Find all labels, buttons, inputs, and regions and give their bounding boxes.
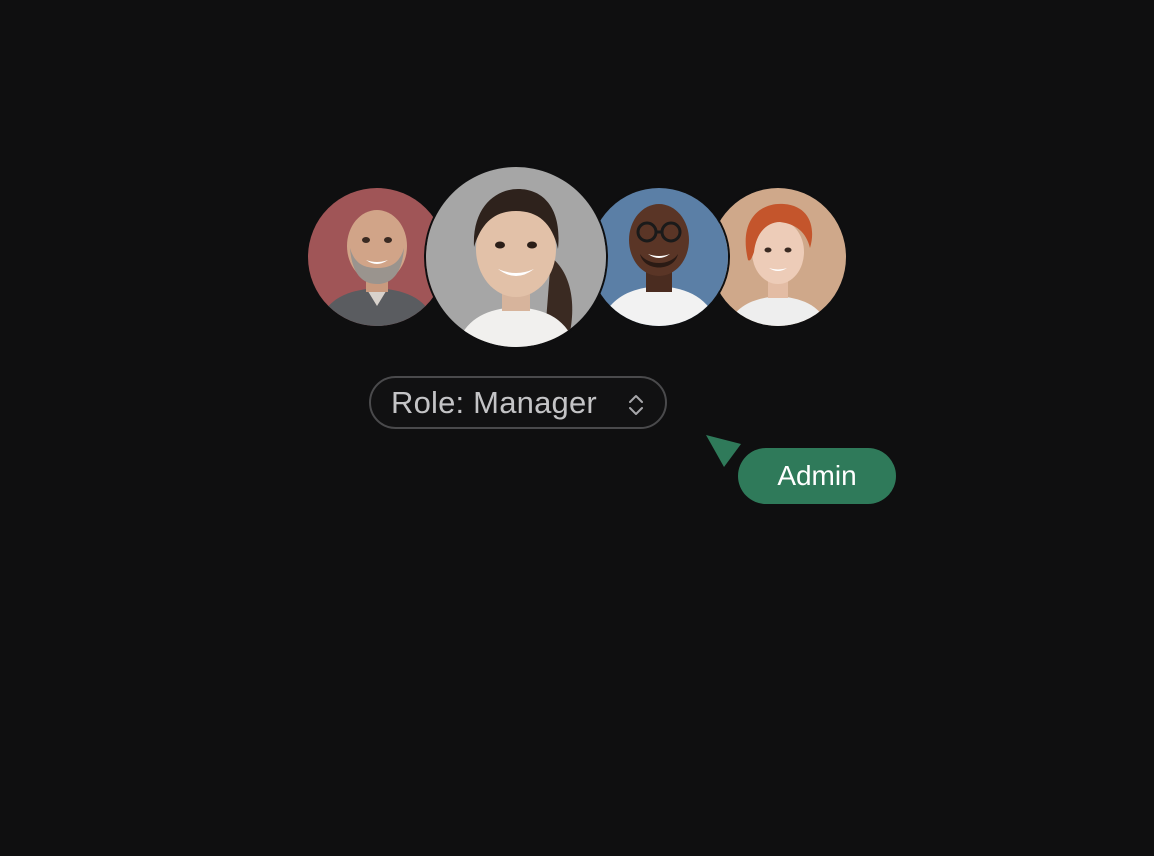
man-glasses-portrait-icon — [590, 188, 728, 326]
canvas: Role: Manager Admin — [0, 0, 1154, 856]
cursor-pointer-icon — [706, 435, 741, 467]
avatar-4[interactable] — [710, 188, 846, 326]
avatar-2[interactable] — [426, 167, 606, 347]
avatar-group — [0, 0, 1154, 400]
red-haired-woman-portrait-icon — [710, 188, 846, 326]
cursor-label: Admin — [777, 460, 857, 491]
role-select-value: Role: Manager — [391, 384, 597, 420]
chevron-up-down-icon — [629, 395, 643, 415]
smiling-woman-ponytail-portrait-icon — [426, 167, 606, 347]
avatar-3[interactable] — [590, 188, 728, 326]
role-select[interactable]: Role: Manager — [369, 376, 667, 429]
cursor-label-chip: Admin — [738, 448, 896, 504]
